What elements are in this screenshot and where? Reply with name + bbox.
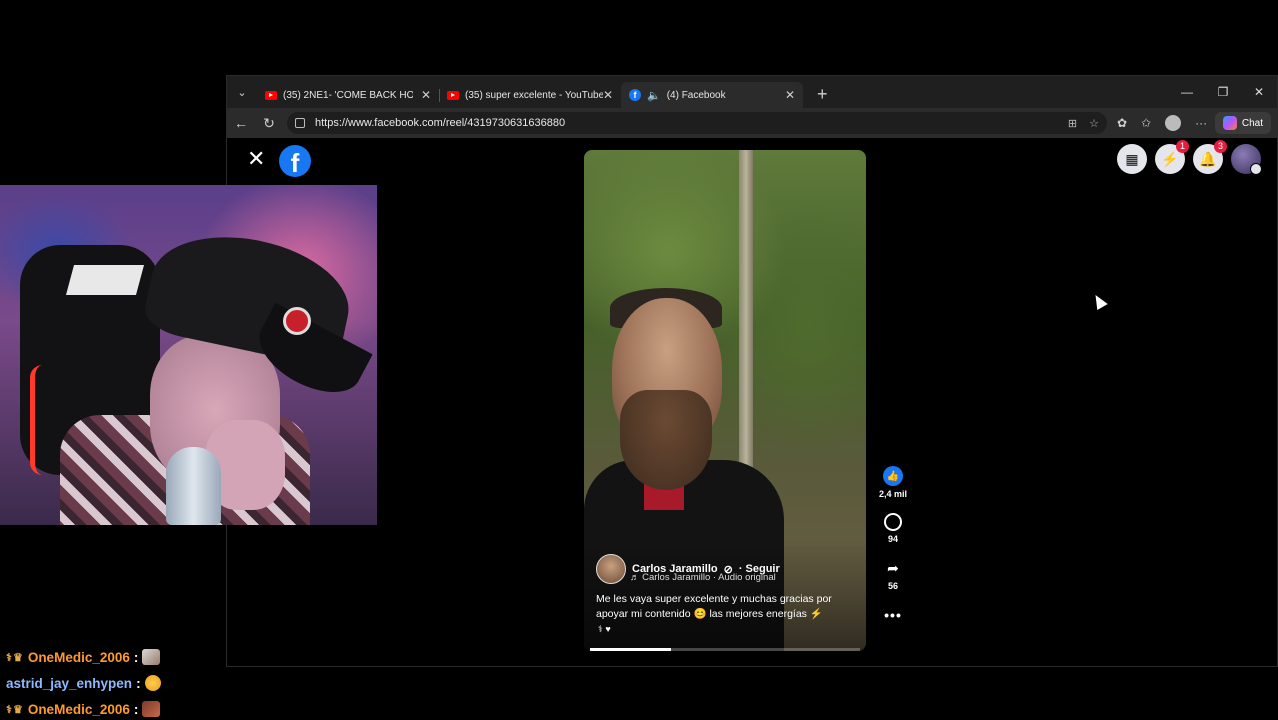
facebook-logo-icon[interactable]: f (279, 145, 311, 178)
tab-list-button[interactable]: ⌄ (227, 76, 257, 108)
tab-facebook[interactable]: f 🔈 (4) Facebook ✕ (621, 82, 803, 108)
more-options-icon[interactable]: ••• (884, 607, 902, 623)
close-reel-icon[interactable]: ✕ (247, 148, 265, 170)
streamer-webcam (0, 185, 377, 525)
back-icon[interactable]: ← (227, 115, 255, 131)
close-tab-icon[interactable]: ✕ (421, 88, 431, 102)
youtube-icon (447, 90, 459, 100)
like-thumb-icon: 👍 (882, 466, 903, 486)
chat-badges: ⚕♛ (6, 703, 24, 716)
tab-2ne1[interactable]: (35) 2NE1- 'COME BACK HOME' 0 ✕ (257, 82, 440, 108)
chat-badges: ⚕♛ (6, 651, 24, 664)
like-count: 2,4 mil (878, 489, 907, 499)
tab-title: (35) 2NE1- 'COME BACK HOME' 0 (283, 89, 413, 101)
chat-colon: : (133, 649, 139, 665)
chat-colon: : (136, 675, 141, 691)
audio-label: Carlos Jaramillo · Audio original (642, 572, 776, 583)
chat-username[interactable]: astrid_jay_enhypen (6, 676, 132, 691)
account-avatar[interactable] (1231, 144, 1262, 175)
chat-message: ⚕♛ OneMedic_2006 : (6, 644, 226, 670)
chat-message: ⚕♛ OneMedic_2006 : (6, 696, 226, 720)
reel-caption: Me les vaya super excelente y muchas gra… (596, 593, 832, 620)
share-action[interactable]: ➦ 56 (883, 558, 903, 592)
browser-window: ⌄ (35) 2NE1- 'COME BACK HOME' 0 ✕ (35) s… (226, 75, 1278, 667)
close-window-icon[interactable]: ✕ (1241, 85, 1277, 99)
like-action[interactable]: 👍 2,4 mil (879, 466, 907, 499)
profile-icon[interactable] (1165, 115, 1182, 131)
tab-bar: ⌄ (35) 2NE1- 'COME BACK HOME' 0 ✕ (35) s… (227, 76, 1277, 108)
chat-emote-icon (142, 701, 161, 717)
close-tab-icon[interactable]: ✕ (603, 88, 613, 102)
tab-title: (35) super excelente - YouTube (465, 89, 603, 101)
reel-video[interactable]: Carlos Jaramillo ⊘ · Seguir ♬ Carlos Jar… (584, 150, 866, 651)
minimize-icon[interactable]: — (1169, 85, 1205, 99)
comment-icon (884, 513, 902, 531)
music-note-icon: ♬ (630, 572, 643, 583)
facebook-icon: f (629, 89, 641, 101)
toolbar-icons: ✿ ✩ ··· (1117, 115, 1207, 131)
extensions-icon[interactable]: ✿ (1117, 116, 1127, 130)
browser-toolbar: ← ↻ https://www.facebook.com/reel/431973… (227, 108, 1277, 138)
reel-actions: 👍 2,4 mil 94 ➦ 56 ••• (873, 466, 913, 623)
notifications-icon[interactable]: 🔔 3 (1193, 140, 1227, 174)
app-available-icon[interactable]: ⊞ (1068, 117, 1077, 130)
menu-grid-icon[interactable]: ▦ (1117, 144, 1147, 174)
tab-title: (4) Facebook (666, 89, 726, 101)
reload-icon[interactable]: ↻ (255, 115, 283, 132)
cap-logo (283, 307, 311, 335)
caption-emoji-icons: ⚕ ♥ (598, 624, 611, 634)
window-controls: — ❐ ✕ (1169, 85, 1277, 99)
site-info-icon[interactable] (295, 118, 305, 128)
url-text: https://www.facebook.com/reel/4319730631… (315, 117, 566, 129)
video-scene-tree (739, 150, 753, 510)
restore-icon[interactable]: ❐ (1205, 85, 1241, 99)
stream-scene: ⌄ (35) 2NE1- 'COME BACK HOME' 0 ✕ (35) s… (0, 0, 1278, 720)
share-icon: ➦ (887, 559, 899, 576)
address-bar-icons: ⊞ ☆ (1068, 117, 1099, 130)
chat-username[interactable]: OneMedic_2006 (28, 650, 130, 665)
notifications-badge: 3 (1214, 140, 1227, 153)
reel-progress-bar[interactable] (590, 648, 860, 651)
chat-username[interactable]: OneMedic_2006 (28, 702, 130, 717)
chat-colon: : (133, 701, 139, 717)
copilot-icon (1222, 116, 1237, 130)
stream-chat: ⚕♛ OneMedic_2006 : astrid_jay_enhypen : … (6, 644, 226, 720)
author-avatar[interactable] (596, 554, 626, 584)
chat-message: astrid_jay_enhypen : (6, 670, 226, 696)
messenger-icon[interactable]: ⚡ 1 (1155, 140, 1189, 174)
facebook-header-actions: ▦ ⚡ 1 🔔 3 (1117, 140, 1262, 175)
copilot-chat-button[interactable]: Chat (1214, 112, 1271, 134)
reel-progress-fill (590, 648, 671, 651)
comment-count: 94 (887, 534, 898, 544)
chat-emote-icon (144, 675, 161, 691)
address-bar[interactable]: https://www.facebook.com/reel/4319730631… (287, 112, 1107, 134)
favorite-star-icon[interactable]: ☆ (1089, 117, 1099, 130)
youtube-icon (265, 90, 277, 100)
video-scene-beard (620, 390, 712, 490)
tab-super-excelente[interactable]: (35) super excelente - YouTube ✕ (439, 82, 621, 108)
favorites-icon[interactable]: ✩ (1141, 116, 1151, 130)
more-menu-icon[interactable]: ··· (1195, 116, 1207, 130)
comment-action[interactable]: 94 (884, 513, 902, 544)
microphone-icon (166, 447, 221, 525)
messenger-badge: 1 (1176, 140, 1189, 153)
new-tab-icon[interactable]: + (817, 85, 828, 103)
chat-emote-icon (142, 649, 161, 665)
chat-label: Chat (1241, 117, 1263, 129)
reel-audio[interactable]: ♬ Carlos Jaramillo · Audio original (630, 572, 776, 583)
speaker-icon[interactable]: 🔈 (647, 89, 661, 102)
share-count: 56 (887, 581, 898, 591)
facebook-reel-page: ✕ f ▦ ⚡ 1 🔔 3 Carlos Jaramillo ⊘ · Segui… (227, 138, 1277, 666)
close-tab-icon[interactable]: ✕ (785, 88, 795, 102)
